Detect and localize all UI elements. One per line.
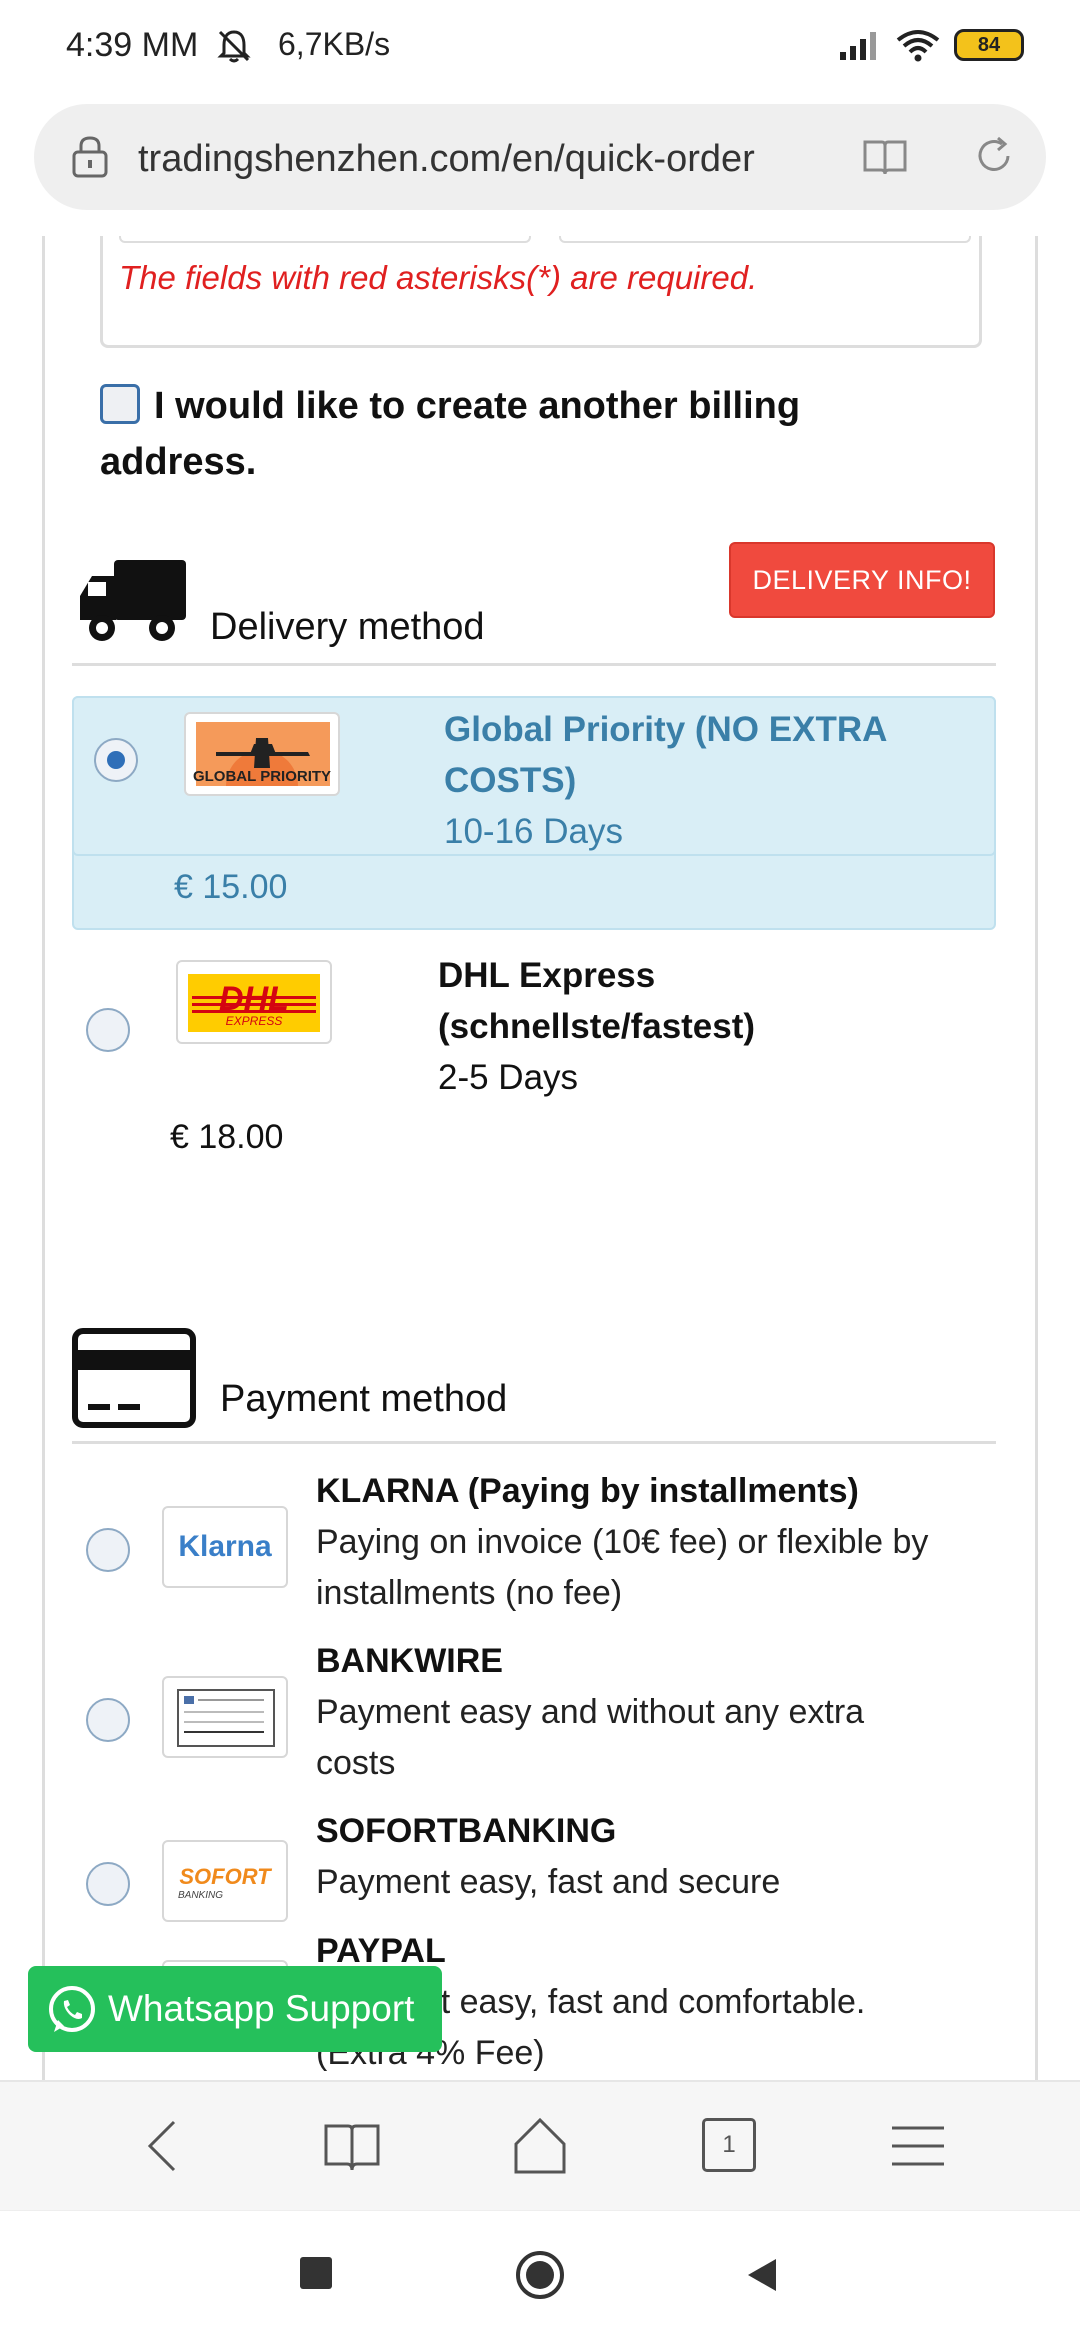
payment-section-header: Payment method — [72, 1316, 996, 1444]
billing-checkbox-label: I would like to create another billing a… — [100, 385, 801, 483]
payment-option-bankwire[interactable]: BANKWIRE Payment easy and without any ex… — [72, 1636, 996, 1786]
menu-icon[interactable] — [888, 2116, 948, 2176]
page-content: The fields with red asterisks(*) are req… — [0, 236, 1080, 2080]
status-time: 4:39 MM — [66, 26, 199, 64]
wifi-icon — [896, 30, 940, 62]
sofort-logo-subtext: BANKING — [178, 1890, 224, 1901]
delivery-heading: Delivery method — [210, 606, 485, 648]
billing-checkbox-row[interactable]: I would like to create another billing a… — [100, 378, 960, 490]
bankwire-logo — [162, 1676, 288, 1758]
klarna-logo-text: Klarna — [178, 1530, 272, 1563]
dhl-duration: 2-5 Days — [438, 1058, 579, 1097]
home-button[interactable] — [514, 2249, 566, 2301]
battery-indicator: 84 — [954, 29, 1024, 61]
dhl-price: € 18.00 — [170, 1118, 284, 1156]
back-icon[interactable] — [136, 2116, 196, 2176]
bookmarks-icon[interactable] — [322, 2116, 382, 2176]
system-nav-bar — [0, 2210, 1080, 2340]
home-icon[interactable] — [510, 2116, 570, 2176]
credit-card-icon — [72, 1328, 196, 1428]
lock-icon — [72, 136, 108, 178]
billing-checkbox[interactable] — [100, 384, 140, 424]
bankwire-desc-1: Payment easy and without any extra — [316, 1693, 865, 1731]
dhl-logo: DHL EXPRESS — [176, 960, 332, 1044]
whatsapp-icon — [49, 1986, 95, 2032]
delivery-option-global-priority[interactable]: GLOBAL PRIORITY Global Priority (NO EXTR… — [72, 696, 996, 906]
form-input-left[interactable] — [119, 236, 531, 243]
dhl-title-2: (schnellste/fastest) — [438, 1007, 756, 1046]
browser-bottom-bar: 1 — [0, 2080, 1080, 2210]
signal-icon — [840, 32, 876, 60]
bank-document-icon — [177, 1689, 275, 1747]
payment-option-klarna[interactable]: Klarna KLARNA (Paying by installments) P… — [72, 1466, 996, 1626]
reload-icon[interactable] — [972, 134, 1016, 178]
address-bar[interactable]: tradingshenzhen.com/en/quick-order — [34, 104, 1046, 210]
reader-mode-icon[interactable] — [862, 134, 908, 178]
bankwire-desc-2: costs — [316, 1744, 396, 1782]
klarna-title: KLARNA (Paying by installments) — [316, 1472, 859, 1510]
global-priority-price: € 15.00 — [174, 868, 288, 906]
sofort-title: SOFORTBANKING — [316, 1812, 617, 1850]
tabs-button[interactable]: 1 — [702, 2118, 756, 2172]
radio-klarna[interactable] — [86, 1528, 130, 1572]
radio-global-priority[interactable] — [94, 738, 138, 782]
payment-option-sofort[interactable]: SOFORT BANKING SOFORTBANKING Payment eas… — [72, 1806, 996, 1922]
sofort-logo-text: SOFORT — [179, 1864, 271, 1889]
radio-dhl[interactable] — [86, 1008, 130, 1052]
delivery-option-dhl[interactable]: DHL EXPRESS DHL Express (schnellste/fast… — [72, 956, 996, 1200]
klarna-desc-1: Paying on invoice (10€ fee) or flexible … — [316, 1523, 929, 1561]
klarna-logo: Klarna — [162, 1506, 288, 1588]
tabs-count: 1 — [722, 2131, 736, 2158]
klarna-desc-2: installments (no fee) — [316, 1574, 623, 1612]
network-speed: 6,7KB/s — [278, 26, 391, 62]
dhl-title-1: DHL Express — [438, 956, 656, 995]
required-note: The fields with red asterisks(*) are req… — [119, 259, 758, 296]
whatsapp-support-button[interactable]: Whatsapp Support — [28, 1966, 442, 2052]
payment-heading: Payment method — [220, 1378, 508, 1420]
radio-bankwire[interactable] — [86, 1698, 130, 1742]
bell-off-icon — [217, 30, 251, 63]
system-back-button[interactable] — [742, 2255, 782, 2295]
whatsapp-support-label: Whatsapp Support — [108, 1988, 415, 2029]
global-priority-logo: GLOBAL PRIORITY — [184, 712, 340, 796]
global-priority-logo-text: GLOBAL PRIORITY — [192, 768, 332, 785]
recents-button[interactable] — [300, 2257, 332, 2289]
status-bar: 4:39 MM 6,7KB/s 84 — [0, 0, 1080, 96]
delivery-info-button[interactable]: DELIVERY INFO! — [729, 542, 995, 618]
dhl-logo-subtext: EXPRESS — [225, 1014, 283, 1028]
global-priority-title-2: COSTS) — [444, 761, 577, 800]
global-priority-duration: 10-16 Days — [444, 812, 623, 851]
radio-sofort[interactable] — [86, 1862, 130, 1906]
global-priority-title-1: Global Priority (NO EXTRA — [444, 710, 888, 749]
truck-icon — [80, 560, 186, 641]
form-inputs — [119, 236, 971, 247]
sofort-logo: SOFORT BANKING — [162, 1840, 288, 1922]
bankwire-title: BANKWIRE — [316, 1642, 503, 1680]
sofort-desc: Payment easy, fast and secure — [316, 1863, 781, 1901]
address-form-box: The fields with red asterisks(*) are req… — [100, 236, 982, 348]
url-text[interactable]: tradingshenzhen.com/en/quick-order — [138, 138, 755, 181]
form-input-right[interactable] — [559, 236, 971, 243]
battery-level: 84 — [977, 33, 1001, 56]
